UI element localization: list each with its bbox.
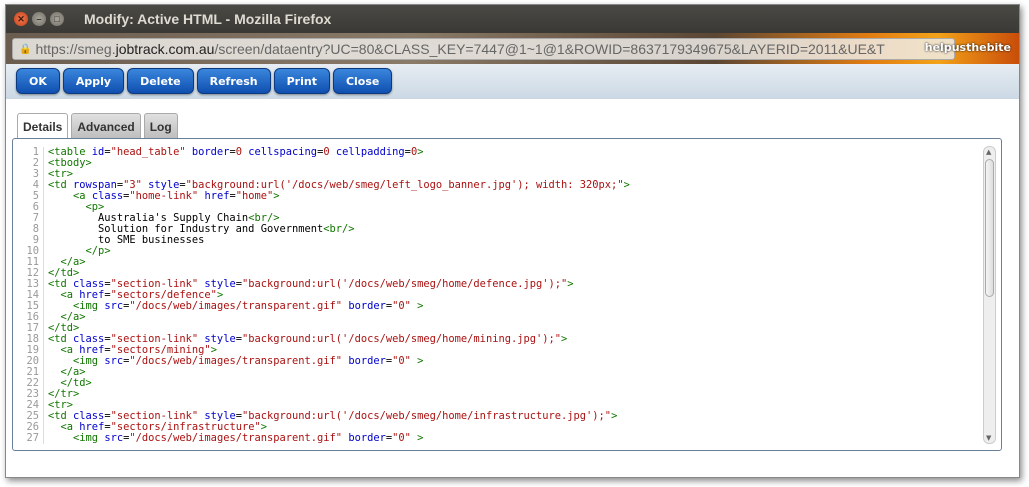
url-bar[interactable]: 🔒 https://smeg. jobtrack.com.au/screen/da… bbox=[12, 38, 955, 60]
line-number: 8 bbox=[16, 224, 44, 235]
code-token: > bbox=[611, 410, 618, 422]
url-path: /screen/dataentry?UC=80&CLASS_KEY=7447@1… bbox=[214, 41, 885, 57]
code-token: > bbox=[273, 190, 280, 202]
code-token: border bbox=[348, 355, 386, 367]
code-token: "home" bbox=[235, 190, 274, 202]
line-number: 7 bbox=[16, 213, 44, 224]
code-token: cellspacing bbox=[248, 147, 318, 158]
code-token: id bbox=[91, 147, 105, 158]
code-token: > bbox=[417, 432, 424, 444]
line-number: 3 bbox=[16, 169, 44, 180]
code-token: src bbox=[104, 432, 124, 444]
refresh-button[interactable]: Refresh bbox=[196, 68, 271, 94]
line-number: 1 bbox=[16, 147, 44, 158]
code-area[interactable]: 1 <table id = "head_table" border = 0 cellspa… bbox=[16, 147, 981, 445]
action-toolbar: OK Apply Delete Refresh Print Close bbox=[6, 64, 1019, 99]
scrollbar-thumb[interactable] bbox=[985, 159, 994, 297]
code-line: 1 <table id = "head_table" border = 0 cellspa… bbox=[16, 147, 981, 158]
code-token: href bbox=[204, 190, 230, 202]
print-button[interactable]: Print bbox=[273, 68, 330, 94]
code-token: "background:url('/docs/web/smeg/home/min… bbox=[241, 333, 562, 345]
ok-button[interactable]: OK bbox=[16, 68, 60, 94]
code-token: src bbox=[104, 300, 124, 312]
delete-button[interactable]: Delete bbox=[127, 68, 194, 94]
code-token: > bbox=[567, 278, 574, 290]
vertical-scrollbar[interactable]: ▲ ▼ bbox=[983, 146, 996, 444]
tab-strip: Details Advanced Log bbox=[17, 113, 178, 140]
tab-advanced[interactable]: Advanced bbox=[71, 113, 141, 139]
code-token: > bbox=[417, 300, 424, 312]
line-number: 6 bbox=[16, 202, 44, 213]
scroll-down-icon[interactable]: ▼ bbox=[986, 434, 991, 442]
lock-icon: 🔒 bbox=[19, 43, 32, 55]
code-line: 11 </a> bbox=[16, 257, 981, 268]
code-token: "/docs/web/images/transparent.gif" bbox=[129, 432, 349, 444]
code-token: cellpadding bbox=[335, 147, 405, 158]
code-token: border bbox=[348, 432, 386, 444]
url-prefix: https://smeg. bbox=[35, 41, 116, 57]
browser-window: ✕ – □ Modify: Active HTML - Mozilla Fire… bbox=[5, 4, 1020, 478]
code-token: "/docs/web/images/transparent.gif" bbox=[129, 300, 349, 312]
scroll-up-icon[interactable]: ▲ bbox=[986, 148, 991, 156]
code-line: 20 <img src = "/docs/web/images/transparen… bbox=[16, 356, 981, 367]
code-token: border bbox=[191, 147, 230, 158]
code-token: > bbox=[417, 355, 424, 367]
code-token: > bbox=[561, 333, 568, 345]
maximize-window-icon[interactable]: □ bbox=[50, 12, 64, 26]
code-line: 5 <a class = "home-link" href = "home" > bbox=[16, 191, 981, 202]
code-line: 22 </td> bbox=[16, 378, 981, 389]
code-token: <img bbox=[73, 432, 105, 444]
code-token: border bbox=[348, 300, 386, 312]
code-line: 21 </a> bbox=[16, 367, 981, 378]
window-title: Modify: Active HTML - Mozilla Firefox bbox=[84, 11, 332, 27]
code-line: 10 </p> bbox=[16, 246, 981, 257]
apply-button[interactable]: Apply bbox=[62, 68, 125, 94]
line-number: 2 bbox=[16, 158, 44, 169]
code-token: 0 bbox=[235, 147, 249, 158]
code-token: > bbox=[623, 179, 630, 191]
url-domain: jobtrack.com.au bbox=[115, 41, 215, 57]
code-token: "background:url('/docs/web/smeg/home/inf… bbox=[241, 410, 612, 422]
title-bar: ✕ – □ Modify: Active HTML - Mozilla Fire… bbox=[6, 5, 1019, 33]
code-token: > bbox=[417, 147, 424, 158]
code-line: 2 <tbody> bbox=[16, 158, 981, 169]
code-line: 15 <img src = "/docs/web/images/transparen… bbox=[16, 301, 981, 312]
code-line: 23 </tr> bbox=[16, 389, 981, 400]
line-number: 4 bbox=[16, 180, 44, 191]
code-token: "/docs/web/images/transparent.gif" bbox=[129, 355, 349, 367]
code-line: 27 <img src = "/docs/web/images/transparen… bbox=[16, 433, 981, 444]
code-token: "background:url('/docs/web/smeg/home/def… bbox=[241, 278, 568, 290]
navigation-row: 🔒 https://smeg. jobtrack.com.au/screen/da… bbox=[6, 33, 1019, 64]
code-token: "0" bbox=[392, 355, 418, 367]
code-line: 16 </a> bbox=[16, 312, 981, 323]
close-button[interactable]: Close bbox=[332, 68, 393, 94]
code-token: </p> bbox=[85, 245, 111, 257]
code-line: 9 to SME businesses bbox=[16, 235, 981, 246]
persona-logo: helpusthebite bbox=[924, 41, 1011, 54]
line-number: 27 bbox=[16, 433, 44, 444]
tab-details[interactable]: Details bbox=[17, 113, 69, 140]
code-token: "home-link" bbox=[129, 190, 205, 202]
code-editor[interactable]: 1 <table id = "head_table" border = 0 cellspa… bbox=[12, 138, 1002, 451]
close-window-icon[interactable]: ✕ bbox=[14, 12, 28, 26]
minimize-window-icon[interactable]: – bbox=[32, 12, 46, 26]
code-token: "0" bbox=[392, 300, 418, 312]
tab-log[interactable]: Log bbox=[143, 113, 178, 139]
code-token: "0" bbox=[392, 432, 418, 444]
code-token: "head_table" bbox=[110, 147, 192, 158]
code-token: <br/> bbox=[323, 223, 355, 235]
line-number: 5 bbox=[16, 191, 44, 202]
code-token: 0 bbox=[323, 147, 336, 158]
code-token: src bbox=[104, 355, 124, 367]
